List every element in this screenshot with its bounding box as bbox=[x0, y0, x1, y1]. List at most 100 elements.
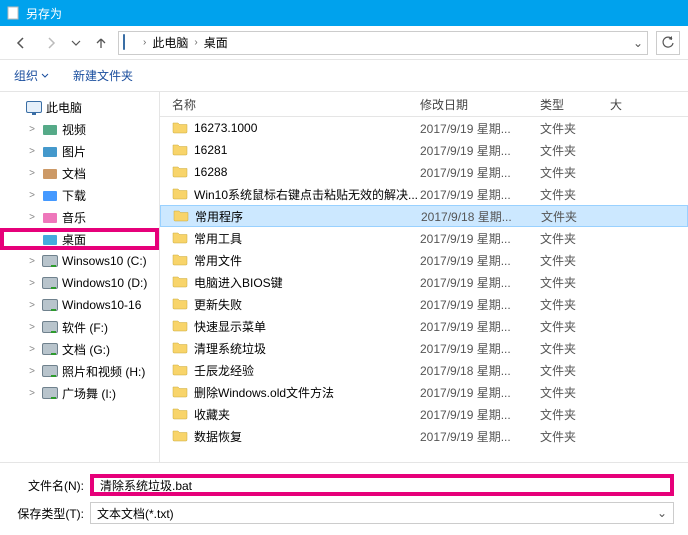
file-date: 2017/9/19 星期... bbox=[420, 186, 540, 203]
file-row[interactable]: 常用文件2017/9/19 星期...文件夹 bbox=[160, 249, 688, 271]
drive-icon bbox=[42, 275, 58, 291]
filetype-select[interactable]: 文本文档(*.txt) ⌄ bbox=[90, 502, 674, 524]
file-type: 文件夹 bbox=[540, 406, 610, 423]
save-form: 文件名(N): 清除系统垃圾.bat 保存类型(T): 文本文档(*.txt) … bbox=[0, 462, 688, 535]
tree-item[interactable]: >下载 bbox=[0, 184, 159, 206]
video-icon bbox=[42, 121, 58, 137]
file-name: Win10系统鼠标右键点击粘贴无效的解决... bbox=[194, 186, 418, 203]
col-size[interactable]: 大 bbox=[610, 96, 688, 113]
main-area: 此电脑>视频>图片>文档>下载>音乐桌面>Winsows10 (C:)>Wind… bbox=[0, 92, 688, 462]
file-row[interactable]: 删除Windows.old文件方法2017/9/19 星期...文件夹 bbox=[160, 381, 688, 403]
recent-dropdown[interactable] bbox=[68, 30, 84, 56]
breadcrumb-root[interactable]: 此电脑 bbox=[150, 34, 190, 51]
organize-menu[interactable]: 组织 bbox=[14, 67, 49, 84]
file-name: 更新失败 bbox=[194, 296, 242, 313]
file-row[interactable]: 收藏夹2017/9/19 星期...文件夹 bbox=[160, 403, 688, 425]
file-row[interactable]: 常用程序2017/9/18 星期...文件夹 bbox=[160, 205, 688, 227]
file-name: 电脑进入BIOS键 bbox=[194, 274, 283, 291]
file-row[interactable]: 清理系统垃圾2017/9/19 星期...文件夹 bbox=[160, 337, 688, 359]
tree-item[interactable]: >Windows10 (D:) bbox=[0, 272, 159, 294]
expand-icon[interactable]: > bbox=[26, 388, 38, 399]
file-date: 2017/9/19 星期... bbox=[420, 318, 540, 335]
file-row[interactable]: 壬辰龙经验2017/9/18 星期...文件夹 bbox=[160, 359, 688, 381]
file-name: 清理系统垃圾 bbox=[194, 340, 266, 357]
tree-item[interactable]: >音乐 bbox=[0, 206, 159, 228]
filename-input[interactable]: 清除系统垃圾.bat bbox=[90, 474, 674, 496]
downloads-icon bbox=[42, 187, 58, 203]
file-type: 文件夹 bbox=[540, 274, 610, 291]
folder-icon bbox=[172, 230, 188, 247]
file-row[interactable]: Win10系统鼠标右键点击粘贴无效的解决...2017/9/19 星期...文件… bbox=[160, 183, 688, 205]
back-button[interactable] bbox=[8, 30, 34, 56]
drive-icon bbox=[42, 341, 58, 357]
col-type[interactable]: 类型 bbox=[540, 96, 610, 113]
expand-icon[interactable]: > bbox=[26, 212, 38, 223]
up-button[interactable] bbox=[88, 30, 114, 56]
title-bar: 另存为 bbox=[0, 0, 688, 26]
tree-item[interactable]: > 照片和视频 (H:) bbox=[0, 360, 159, 382]
tree-label: 图片 bbox=[62, 143, 86, 160]
breadcrumb-current[interactable]: 桌面 bbox=[202, 34, 230, 51]
tree-label: 文档 (G:) bbox=[62, 341, 110, 358]
file-date: 2017/9/19 星期... bbox=[420, 252, 540, 269]
tree-label: 照片和视频 (H:) bbox=[62, 363, 145, 380]
file-row[interactable]: 162882017/9/19 星期...文件夹 bbox=[160, 161, 688, 183]
expand-icon[interactable]: > bbox=[26, 322, 38, 333]
tree-item[interactable]: > Windows10-16 bbox=[0, 294, 159, 316]
file-row[interactable]: 16273.10002017/9/19 星期...文件夹 bbox=[160, 117, 688, 139]
expand-icon[interactable]: > bbox=[26, 146, 38, 157]
tree-item[interactable]: > 文档 (G:) bbox=[0, 338, 159, 360]
desktop-icon bbox=[42, 231, 58, 247]
folder-icon bbox=[172, 428, 188, 445]
tree-item[interactable]: 桌面 bbox=[0, 228, 159, 250]
file-row[interactable]: 更新失败2017/9/19 星期...文件夹 bbox=[160, 293, 688, 315]
file-date: 2017/9/19 星期... bbox=[420, 142, 540, 159]
folder-icon bbox=[172, 186, 188, 203]
file-list[interactable]: 16273.10002017/9/19 星期...文件夹162812017/9/… bbox=[160, 117, 688, 462]
file-name: 收藏夹 bbox=[194, 406, 230, 423]
file-date: 2017/9/19 星期... bbox=[420, 296, 540, 313]
expand-icon[interactable]: > bbox=[26, 278, 38, 289]
tree-item[interactable]: >广场舞 (I:) bbox=[0, 382, 159, 404]
folder-icon bbox=[172, 120, 188, 137]
col-name[interactable]: 名称 bbox=[160, 96, 420, 113]
file-row[interactable]: 电脑进入BIOS键2017/9/19 星期...文件夹 bbox=[160, 271, 688, 293]
expand-icon[interactable]: > bbox=[26, 300, 38, 311]
chevron-right-icon: › bbox=[194, 37, 197, 48]
refresh-button[interactable] bbox=[656, 31, 680, 55]
file-row[interactable]: 162812017/9/19 星期...文件夹 bbox=[160, 139, 688, 161]
sidebar-tree[interactable]: 此电脑>视频>图片>文档>下载>音乐桌面>Winsows10 (C:)>Wind… bbox=[0, 92, 160, 462]
expand-icon[interactable]: > bbox=[26, 344, 38, 355]
tree-label: Windows10-16 bbox=[62, 298, 141, 312]
forward-button[interactable] bbox=[38, 30, 64, 56]
file-row[interactable]: 数据恢复2017/9/19 星期...文件夹 bbox=[160, 425, 688, 447]
tree-item[interactable]: > 图片 bbox=[0, 140, 159, 162]
file-date: 2017/9/19 星期... bbox=[420, 164, 540, 181]
window-icon bbox=[6, 6, 20, 20]
expand-icon[interactable]: > bbox=[26, 124, 38, 135]
address-bar[interactable]: › 此电脑 › 桌面 ⌄ bbox=[118, 31, 648, 55]
tree-item[interactable]: >软件 (F:) bbox=[0, 316, 159, 338]
expand-icon[interactable]: > bbox=[26, 168, 38, 179]
filetype-label: 保存类型(T): bbox=[14, 505, 84, 522]
nav-bar: › 此电脑 › 桌面 ⌄ bbox=[0, 26, 688, 60]
expand-icon[interactable]: > bbox=[26, 190, 38, 201]
file-name: 壬辰龙经验 bbox=[194, 362, 254, 379]
file-row[interactable]: 快速显示菜单2017/9/19 星期...文件夹 bbox=[160, 315, 688, 337]
tree-item[interactable]: >视频 bbox=[0, 118, 159, 140]
col-date[interactable]: 修改日期 bbox=[420, 96, 540, 113]
file-date: 2017/9/19 星期... bbox=[420, 120, 540, 137]
tree-item[interactable]: >Winsows10 (C:) bbox=[0, 250, 159, 272]
file-row[interactable]: 常用工具2017/9/19 星期...文件夹 bbox=[160, 227, 688, 249]
expand-icon[interactable]: > bbox=[26, 256, 38, 267]
tree-item[interactable]: 此电脑 bbox=[0, 96, 159, 118]
chevron-down-icon[interactable]: ⌄ bbox=[633, 36, 643, 50]
folder-icon bbox=[172, 362, 188, 379]
column-headers[interactable]: 名称 修改日期 类型 大 bbox=[160, 92, 688, 117]
file-type: 文件夹 bbox=[540, 340, 610, 357]
new-folder-button[interactable]: 新建文件夹 bbox=[73, 67, 133, 84]
expand-icon[interactable]: > bbox=[26, 366, 38, 377]
tree-item[interactable]: >文档 bbox=[0, 162, 159, 184]
drive-icon bbox=[42, 297, 58, 313]
pc-icon bbox=[26, 99, 42, 115]
